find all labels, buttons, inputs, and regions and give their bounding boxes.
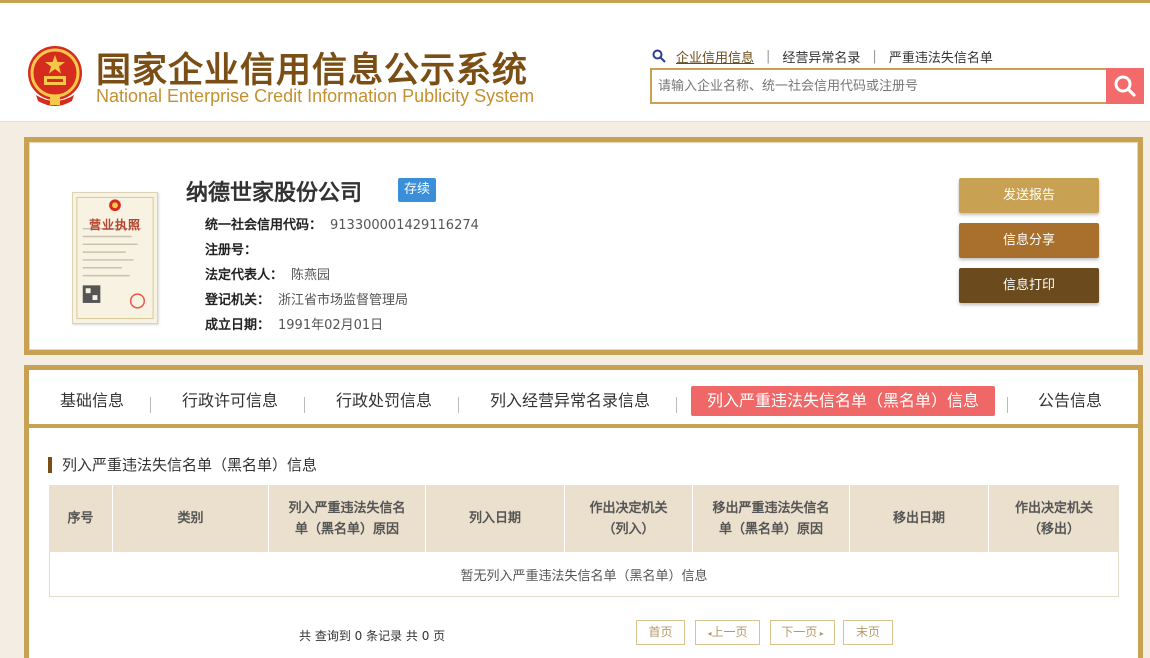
info-row-reg-number: 注册号：	[205, 239, 265, 258]
info-row-credit-code: 统一社会信用代码： 913300001429116274	[205, 214, 479, 233]
business-license-icon[interactable]	[72, 192, 158, 324]
field-label: 成立日期：	[205, 318, 271, 333]
top-nav: 企业信用信息 | 经营异常名录 | 严重违法失信名单	[652, 46, 993, 66]
field-value: 陈燕园	[291, 268, 331, 283]
tab-separator	[458, 397, 459, 413]
column-header: 作出决定机关（移出）	[1014, 500, 1093, 537]
license-caption: 营业执照	[88, 218, 141, 232]
field-value: 浙江省市场监督管理局	[278, 293, 409, 308]
search-icon	[1114, 75, 1136, 97]
site-header: 国家企业信用信息公示系统 National Enterprise Credit …	[0, 3, 1150, 122]
nav-separator: |	[766, 48, 771, 64]
print-info-button[interactable]: 信息打印	[959, 268, 1099, 303]
column-header: 移出日期	[850, 485, 989, 552]
field-label: 法定代表人：	[205, 268, 284, 283]
send-report-button[interactable]: 发送报告	[959, 178, 1099, 213]
field-value: 913300001429116274	[330, 218, 479, 233]
search-button[interactable]	[1106, 68, 1144, 104]
tab-admin-license[interactable]: 行政许可信息	[182, 386, 278, 416]
column-header: 列入日期	[426, 485, 565, 552]
record-count: 共 查询到 0 条记录 共 0 页	[299, 629, 446, 643]
search-input[interactable]	[652, 70, 1108, 102]
field-label: 注册号：	[205, 243, 258, 258]
nav-blacklist[interactable]: 严重违法失信名单	[889, 47, 993, 66]
site-title-en: National Enterprise Credit Information P…	[96, 86, 535, 106]
section-title: 列入严重违法失信名单（黑名单）信息	[48, 457, 317, 473]
company-name: 纳德世家股份公司	[186, 181, 363, 206]
tab-separator	[304, 397, 305, 413]
field-label: 登记机关：	[205, 293, 271, 308]
field-label: 统一社会信用代码：	[205, 218, 323, 233]
info-row-founded: 成立日期： 1991年02月01日	[205, 314, 383, 333]
pager-first-button[interactable]: 首页	[636, 620, 685, 645]
nav-separator: |	[872, 48, 877, 64]
pager-last-button[interactable]: 末页	[843, 620, 893, 645]
search-box	[650, 68, 1144, 104]
pager-next-button[interactable]: 下一页 ▸	[770, 620, 835, 645]
tab-separator	[150, 397, 151, 413]
chevron-right-icon: ▸	[817, 629, 824, 638]
column-header: 作出决定机关（列入）	[565, 485, 693, 552]
tab-basic-info[interactable]: 基础信息	[60, 386, 124, 416]
tab-abnormal-list[interactable]: 列入经营异常名录信息	[490, 386, 650, 416]
status-badge: 存续	[398, 178, 437, 202]
tab-separator	[1007, 397, 1008, 413]
search-icon	[652, 49, 666, 63]
blacklist-table: 序号 类别 列入严重违法失信名单（黑名单）原因 列入日期 作出决定机关（列入） …	[49, 485, 1119, 597]
company-info-panel: 营业执照 纳德世家股份公司 存续 统一社会信用代码： 91330000142911…	[24, 137, 1143, 355]
column-header: 移出严重违法失信名单（黑名单）原因	[693, 485, 850, 552]
column-header: 类别	[113, 485, 269, 552]
info-row-authority: 登记机关： 浙江省市场监督管理局	[205, 289, 408, 308]
national-emblem-icon	[28, 46, 82, 106]
pager-prev-label: 上一页	[711, 625, 748, 639]
tab-blacklist[interactable]: 列入严重违法失信名单（黑名单）信息	[691, 386, 996, 416]
field-value: 1991年02月01日	[278, 318, 384, 333]
tab-panel: 基础信息 行政许可信息 行政处罚信息 列入经营异常名录信息 列入严重违法失信名单…	[24, 365, 1143, 658]
info-row-legal-rep: 法定代表人： 陈燕园	[205, 264, 330, 283]
tab-separator	[676, 397, 677, 413]
column-header: 列入严重违法失信名单（黑名单）原因	[269, 485, 426, 552]
share-info-button[interactable]: 信息分享	[959, 223, 1099, 258]
pager-next-label: 下一页	[781, 625, 818, 639]
nav-abnormal-list[interactable]: 经营异常名录	[782, 47, 860, 66]
table-header: 序号 类别 列入严重违法失信名单（黑名单）原因 列入日期 作出决定机关（列入） …	[49, 485, 1119, 552]
tab-bar: 基础信息 行政许可信息 行政处罚信息 列入经营异常名录信息 列入严重违法失信名单…	[29, 370, 1138, 428]
tab-announcement[interactable]: 公告信息	[1038, 386, 1102, 416]
empty-table-message: 暂无列入严重违法失信名单（黑名单）信息	[49, 552, 1119, 597]
tab-admin-penalty[interactable]: 行政处罚信息	[336, 386, 432, 416]
column-header: 序号	[49, 485, 113, 552]
nav-enterprise-credit[interactable]: 企业信用信息	[676, 47, 754, 66]
pager-prev-button[interactable]: ◂上一页	[695, 620, 760, 645]
